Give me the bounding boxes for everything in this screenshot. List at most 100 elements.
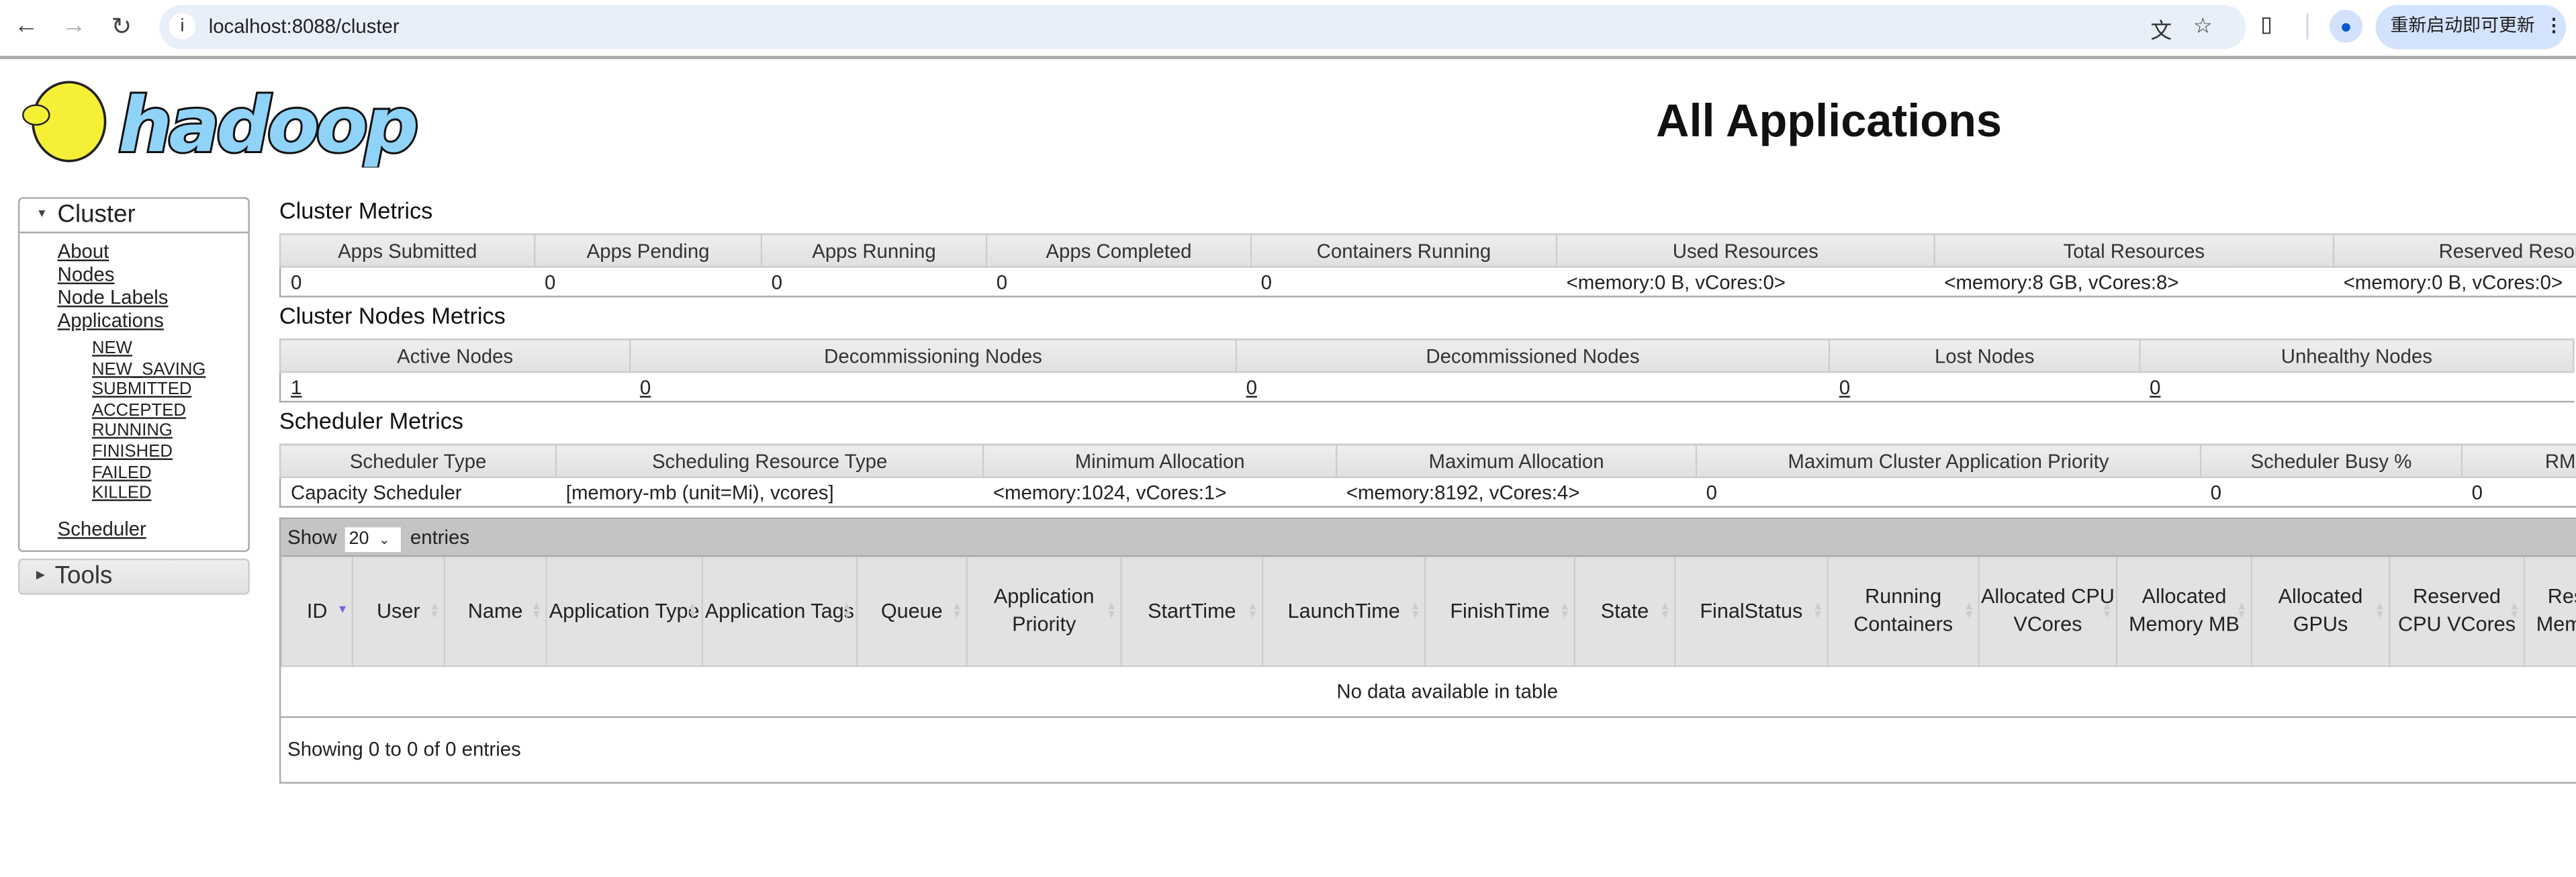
cluster-label: Cluster — [57, 200, 136, 229]
url-text[interactable]: localhost:8088/cluster — [209, 15, 400, 38]
sidebar-link-node-labels[interactable]: Node Labels — [58, 286, 248, 309]
table-cell: 0 — [1250, 266, 1557, 297]
sort-desc-icon: ▼ — [336, 604, 349, 616]
metric-link[interactable]: 0 — [640, 375, 651, 398]
sidebar: ▼ Cluster About Nodes Node Labels Applica… — [17, 197, 250, 594]
column-header-launchtime[interactable]: LaunchTime ▲ ▼ — [1261, 557, 1426, 667]
column-header: Apps Pending — [534, 233, 763, 268]
table-cell: <memory:8192, vCores:4> — [1336, 476, 1696, 508]
column-header: Reserved Resources — [2332, 233, 2576, 268]
column-header-finalstatus[interactable]: FinalStatus ▲ ▼ — [1673, 557, 1829, 667]
column-header: Apps Submitted — [279, 233, 536, 268]
divider — [2306, 13, 2309, 40]
extensions-icon[interactable]: ▯ — [2260, 11, 2272, 38]
triangle-right-icon: ▶ — [36, 569, 46, 582]
column-header-name[interactable]: Name ▲ ▼ — [443, 557, 547, 667]
header-row: ID ▼ User ▲ ▼ Name ▲ ▼ Application Type ▲ ▼ Applica… — [281, 557, 2576, 667]
svg-text:hadoop: hadoop — [118, 81, 416, 167]
sidebar-link-about[interactable]: About — [58, 240, 248, 263]
table-cell: 0 — [279, 266, 535, 297]
cluster-nodes-metrics-title: Cluster Nodes Metrics — [279, 302, 506, 329]
column-header-application-type[interactable]: Application Type ▲ ▼ — [545, 557, 704, 667]
sort-icon: ▲ ▼ — [2101, 601, 2113, 621]
more-icon[interactable]: ⋮ — [2544, 16, 2563, 36]
column-header-starttime[interactable]: StartTime ▲ ▼ — [1120, 557, 1264, 667]
column-header-allocated-gpus[interactable]: Allocated GPUs ▲ ▼ — [2250, 557, 2391, 667]
tools-panel-header[interactable]: ▶ Tools — [17, 558, 250, 594]
column-header-label: Application Tags — [704, 598, 854, 622]
column-header-label: Allocated CPU VCores — [1980, 584, 2115, 636]
sort-icon: ▲ ▼ — [428, 601, 441, 621]
metric-link[interactable]: 1 — [291, 375, 302, 398]
column-header-label: Queue — [880, 598, 943, 622]
sort-icon: ▲ ▼ — [841, 601, 853, 621]
column-header-running-containers[interactable]: Running Containers ▲ ▼ — [1827, 557, 1980, 667]
sidebar-link-state-finished[interactable]: FINISHED — [92, 442, 248, 463]
table-cell: <memory:8 GB, vCores:8> — [1934, 266, 2334, 297]
cluster-panel-header[interactable]: ▼ Cluster — [19, 199, 248, 234]
reload-icon[interactable]: ↻ — [105, 11, 138, 42]
browser-toolbar: ← → ↻ i localhost:8088/cluster 文 ☆ ▯ ● 重… — [0, 0, 2576, 60]
column-header-reserved-memory-mb[interactable]: Reserved Memory MB▲▼ — [2523, 557, 2576, 667]
metric-link[interactable]: 0 — [2150, 375, 2160, 398]
table-cell: <memory:0 B, vCores:0> — [1556, 266, 1935, 297]
column-header-allocated-cpu-vcores[interactable]: Allocated CPU VCores ▲ ▼ — [1978, 557, 2118, 667]
column-header-application-priority[interactable]: Application Priority ▲ ▼ — [966, 557, 1122, 667]
column-header-finishtime[interactable]: FinishTime ▲ ▼ — [1424, 557, 1576, 667]
update-button[interactable]: 重新启动即可更新 ⋮ — [2375, 5, 2567, 50]
table-row: 1 0 0 0 0 — [279, 371, 2574, 403]
header-row: Apps Submitted Apps Pending Apps Running Ap… — [279, 233, 2576, 268]
column-header: Apps Running — [760, 233, 988, 268]
column-header-label: State — [1600, 598, 1649, 622]
empty-message: No data available in table — [281, 667, 2576, 719]
sidebar-link-state-accepted[interactable]: ACCEPTED — [92, 400, 248, 421]
translate-icon[interactable]: 文 — [2150, 13, 2172, 44]
address-bar[interactable]: i localhost:8088/cluster 文 ☆ — [159, 5, 2246, 50]
metric-link[interactable]: 0 — [1839, 375, 1850, 398]
table-cell: 0 — [1236, 371, 1830, 403]
sidebar-link-nodes[interactable]: Nodes — [58, 263, 248, 285]
table-row: 0 0 0 0 0 <memory:0 B, vCores:0> <memory:8 GB,… — [279, 266, 2576, 297]
sidebar-link-state-running[interactable]: RUNNING — [92, 421, 248, 442]
back-icon[interactable]: ← — [10, 11, 43, 40]
column-header: Scheduling Resource Type — [555, 443, 984, 478]
table-cell: 0 — [535, 266, 762, 297]
column-header-label: StartTime — [1148, 598, 1236, 622]
column-header-allocated-memory-mb[interactable]: Allocated Memory MB ▲ ▼ — [2115, 557, 2253, 667]
cluster-metrics-title: Cluster Metrics — [279, 197, 433, 224]
sidebar-link-scheduler[interactable]: Scheduler — [58, 517, 248, 540]
sidebar-link-state-new_saving[interactable]: NEW_SAVING — [92, 359, 248, 380]
column-header-label: FinalStatus — [1700, 598, 1803, 622]
table-cell: 0 — [761, 266, 987, 297]
column-header-label: Name — [467, 598, 523, 622]
profile-icon[interactable]: ● — [2329, 9, 2362, 43]
column-header-label: Application Type — [549, 598, 700, 622]
sidebar-link-state-submitted[interactable]: SUBMITTED — [92, 380, 248, 401]
column-header-queue[interactable]: Queue ▲ ▼ — [856, 557, 968, 667]
column-header-application-tags[interactable]: Application Tags ▲ ▼ — [701, 557, 858, 667]
column-header-user[interactable]: User ▲ ▼ — [351, 557, 445, 667]
column-header-id[interactable]: ID ▼ — [281, 557, 353, 667]
column-header-reserved-cpu-vcores[interactable]: Reserved CPU VCores ▲ ▼ — [2389, 557, 2526, 667]
sort-icon: ▲ ▼ — [951, 601, 963, 621]
metric-link[interactable]: 0 — [1246, 375, 1257, 398]
table-cell: 0 — [630, 371, 1236, 403]
sidebar-link-state-failed[interactable]: FAILED — [92, 463, 248, 483]
table-cell: <memory:1024, vCores:1> — [983, 476, 1337, 508]
column-header: Apps Completed — [985, 233, 1252, 268]
page-size-select[interactable]: 20 ⌄ — [345, 527, 402, 552]
column-header: Minimum Allocation — [982, 443, 1338, 478]
page-size-bar: Show 20 ⌄ entries — [281, 519, 2576, 557]
column-header-state[interactable]: State ▲ ▼ — [1573, 557, 1676, 667]
forward-icon[interactable]: → — [58, 11, 91, 40]
star-icon[interactable]: ☆ — [2193, 13, 2213, 40]
info-icon[interactable]: i — [169, 13, 196, 40]
column-header-label: LaunchTime — [1287, 598, 1400, 622]
table-cell: 0 — [986, 266, 1251, 297]
column-header-label: Allocated GPUs — [2278, 584, 2363, 636]
column-header: Maximum Cluster Application Priority — [1695, 443, 2202, 478]
sidebar-link-state-new[interactable]: NEW — [92, 338, 248, 359]
sidebar-link-applications[interactable]: Applications — [58, 309, 248, 332]
sidebar-link-state-killed[interactable]: KILLED — [92, 483, 248, 504]
column-header-label: Running Containers — [1853, 584, 1953, 636]
